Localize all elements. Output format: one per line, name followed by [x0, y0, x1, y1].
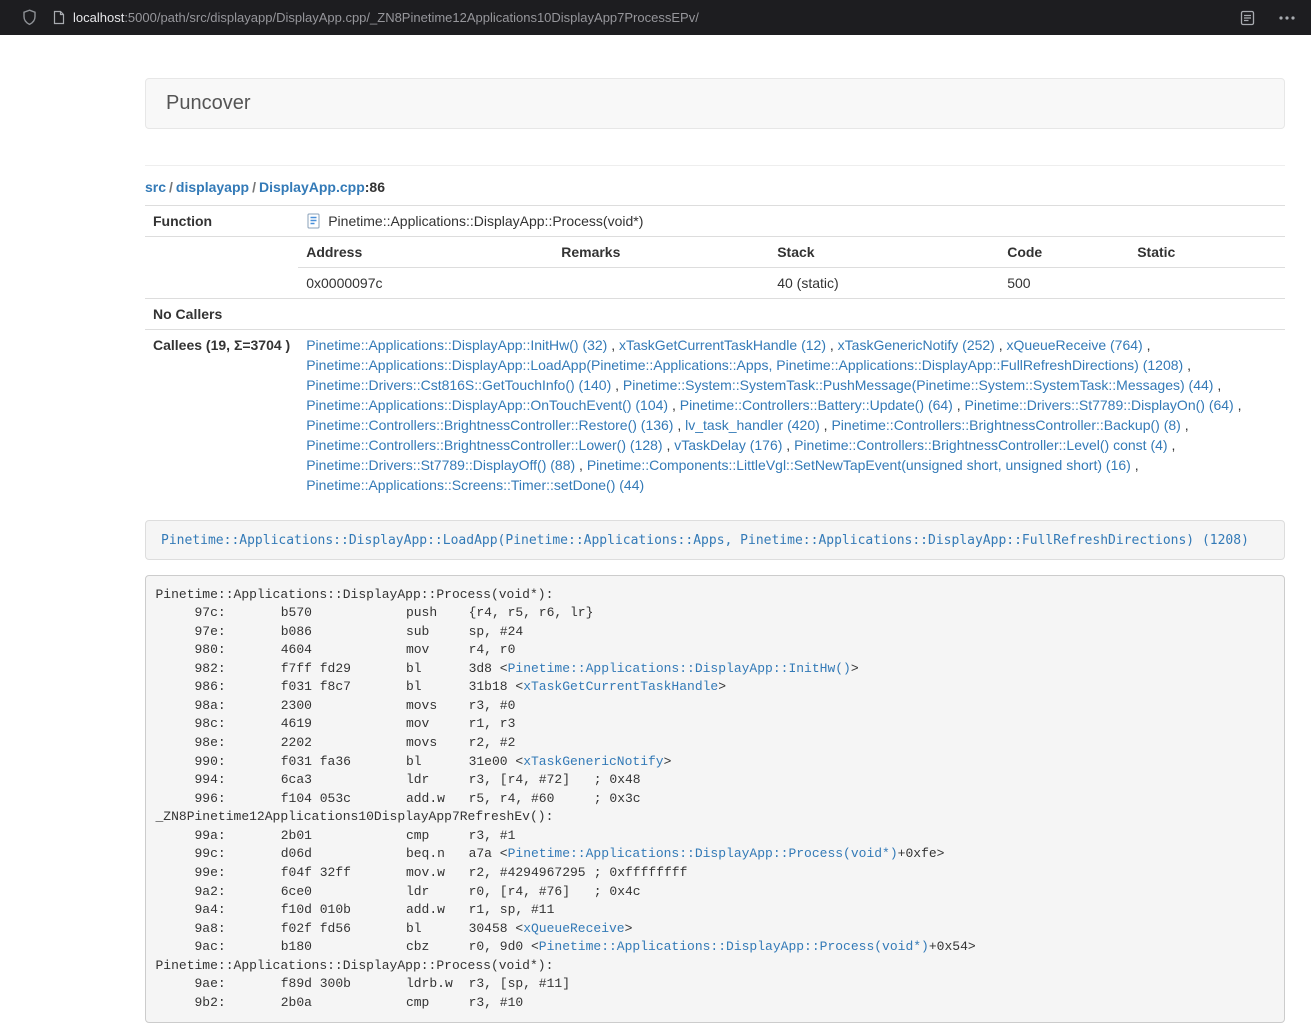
stack-value: 40 (static) — [769, 268, 999, 299]
address-row: Address Remarks Stack Code Static 0x0000… — [145, 237, 1285, 299]
shield-icon[interactable] — [22, 9, 37, 26]
callee-separator: , — [953, 397, 965, 413]
callee-link[interactable]: Pinetime::Drivers::St7789::DisplayOff() … — [306, 457, 575, 473]
no-callers-row: No Callers — [145, 299, 1285, 330]
breadcrumb-separator: / — [252, 179, 256, 195]
callee-link[interactable]: Pinetime::Controllers::BrightnessControl… — [794, 437, 1167, 453]
static-value — [1129, 268, 1285, 299]
address-table: Address Remarks Stack Code Static 0x0000… — [298, 237, 1285, 298]
no-callers-label: No Callers — [145, 299, 298, 330]
callee-link[interactable]: lv_task_handler (420) — [685, 417, 820, 433]
column-address: Address — [298, 237, 553, 268]
callee-separator: , — [995, 337, 1007, 353]
callee-separator: , — [1131, 457, 1139, 473]
menu-icon[interactable] — [1279, 16, 1295, 20]
callee-separator: , — [673, 417, 685, 433]
callee-link[interactable]: Pinetime::Applications::DisplayApp::Init… — [306, 337, 607, 353]
column-static: Static — [1129, 237, 1285, 268]
breadcrumb-displayapp-link[interactable]: displayapp — [176, 179, 249, 195]
function-label: Function — [145, 206, 298, 237]
callee-link[interactable]: xTaskGenericNotify (252) — [838, 337, 995, 353]
page-container: Puncover src/displayapp/DisplayApp.cpp:8… — [145, 78, 1285, 1023]
disasm-symbol-link[interactable]: Pinetime::Applications::DisplayApp::Proc… — [508, 846, 898, 861]
callee-separator: , — [1143, 337, 1151, 353]
callee-separator: , — [1183, 357, 1191, 373]
brand-link[interactable]: Puncover — [166, 92, 251, 115]
url-host: localhost — [73, 10, 124, 25]
callee-separator: , — [826, 337, 838, 353]
callee-separator: , — [820, 417, 832, 433]
callee-separator: , — [1234, 397, 1242, 413]
callee-separator: , — [782, 437, 794, 453]
snippet-panel: Pinetime::Applications::DisplayApp::Load… — [145, 520, 1285, 560]
callee-link[interactable]: vTaskDelay (176) — [674, 437, 782, 453]
breadcrumb-separator: / — [169, 179, 173, 195]
callee-link[interactable]: Pinetime::Controllers::BrightnessControl… — [306, 417, 673, 433]
callee-separator: , — [1213, 377, 1221, 393]
callee-link[interactable]: Pinetime::Applications::DisplayApp::Load… — [306, 357, 1183, 373]
code-value: 500 — [999, 268, 1129, 299]
callee-separator: , — [1181, 417, 1189, 433]
callee-link[interactable]: xTaskGetCurrentTaskHandle (12) — [619, 337, 826, 353]
callee-separator: , — [607, 337, 619, 353]
function-name: Pinetime::Applications::DisplayApp::Proc… — [328, 213, 643, 229]
callee-link[interactable]: Pinetime::Controllers::BrightnessControl… — [831, 417, 1180, 433]
callee-link[interactable]: Pinetime::Drivers::Cst816S::GetTouchInfo… — [306, 377, 611, 393]
callees-row: Callees (19, Σ=3704 ) Pinetime::Applicat… — [145, 330, 1285, 501]
address-value: 0x0000097c — [298, 268, 553, 299]
callee-link[interactable]: xQueueReceive (764) — [1007, 337, 1143, 353]
remarks-value — [553, 268, 769, 299]
breadcrumb-line-number: :86 — [365, 179, 385, 195]
callee-separator: , — [575, 457, 587, 473]
browser-topbar: localhost:5000/path/src/displayapp/Displ… — [0, 0, 1311, 35]
callee-separator: , — [611, 377, 623, 393]
breadcrumb: src/displayapp/DisplayApp.cpp:86 — [145, 179, 1285, 195]
callee-link[interactable]: Pinetime::System::SystemTask::PushMessag… — [623, 377, 1214, 393]
callees-list: Pinetime::Applications::DisplayApp::Init… — [298, 330, 1285, 501]
callee-separator: , — [668, 397, 680, 413]
divider — [145, 165, 1285, 166]
function-table: Function Pinetime::Applications::Display… — [145, 205, 1285, 500]
column-remarks: Remarks — [553, 237, 769, 268]
address-values-row: 0x0000097c 40 (static) 500 — [298, 268, 1285, 299]
callee-link[interactable]: Pinetime::Controllers::Battery::Update()… — [680, 397, 953, 413]
callee-link[interactable]: Pinetime::Components::LittleVgl::SetNewT… — [587, 457, 1131, 473]
function-icon — [306, 213, 321, 229]
function-row: Function Pinetime::Applications::Display… — [145, 206, 1285, 237]
disasm-symbol-link[interactable]: xTaskGetCurrentTaskHandle — [523, 679, 718, 694]
url-path: :5000/path/src/displayapp/DisplayApp.cpp… — [124, 10, 699, 25]
column-code: Code — [999, 237, 1129, 268]
brand-panel: Puncover — [145, 78, 1285, 129]
disasm-symbol-link[interactable]: Pinetime::Applications::DisplayApp::Proc… — [539, 939, 929, 954]
url-bar[interactable]: localhost:5000/path/src/displayapp/Displ… — [53, 10, 699, 25]
snippet-title-link[interactable]: Pinetime::Applications::DisplayApp::Load… — [161, 533, 1249, 548]
callee-link[interactable]: Pinetime::Controllers::BrightnessControl… — [306, 437, 662, 453]
disasm-symbol-link[interactable]: xTaskGenericNotify — [523, 754, 663, 769]
url-text: localhost:5000/path/src/displayapp/Displ… — [73, 10, 699, 25]
page-icon — [53, 10, 65, 25]
disassembly-block: Pinetime::Applications::DisplayApp::Proc… — [145, 575, 1285, 1023]
disasm-symbol-link[interactable]: xQueueReceive — [523, 921, 624, 936]
breadcrumb-src-link[interactable]: src — [145, 179, 166, 195]
column-stack: Stack — [769, 237, 999, 268]
disassembly-code: Pinetime::Applications::DisplayApp::Proc… — [156, 587, 976, 1010]
callee-link[interactable]: Pinetime::Drivers::St7789::DisplayOn() (… — [965, 397, 1234, 413]
callee-separator: , — [663, 437, 675, 453]
callee-link[interactable]: Pinetime::Applications::Screens::Timer::… — [306, 477, 644, 493]
callee-link[interactable]: Pinetime::Applications::DisplayApp::OnTo… — [306, 397, 668, 413]
reader-mode-icon[interactable] — [1240, 10, 1255, 26]
disasm-symbol-link[interactable]: Pinetime::Applications::DisplayApp::Init… — [508, 661, 851, 676]
callees-label: Callees (19, Σ=3704 ) — [145, 330, 298, 501]
callee-separator: , — [1168, 437, 1176, 453]
breadcrumb-file-link[interactable]: DisplayApp.cpp — [259, 179, 365, 195]
